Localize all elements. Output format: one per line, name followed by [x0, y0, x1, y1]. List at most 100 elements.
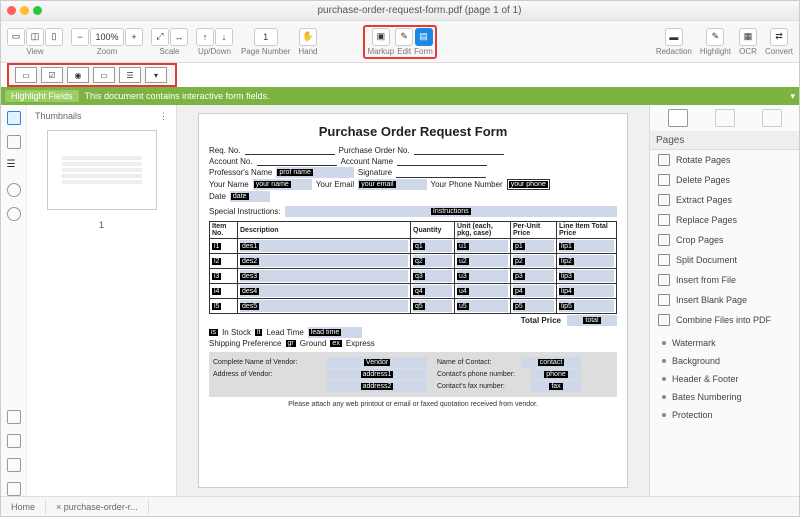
cell-item[interactable]: l4	[212, 288, 221, 295]
close-window-button[interactable]	[7, 6, 16, 15]
form-button[interactable]: ▤	[415, 28, 433, 46]
cell-qty[interactable]: q4	[413, 285, 452, 297]
rpanel-more-item[interactable]: Protection	[650, 406, 799, 424]
rpanel-item[interactable]: Delete Pages	[650, 170, 799, 190]
cell-item[interactable]: l1	[212, 243, 221, 250]
radio-tool[interactable]: ◉	[67, 67, 89, 83]
rpanel-tab-pages-icon[interactable]	[668, 109, 688, 127]
cell-desc[interactable]: des1	[240, 240, 408, 252]
cell-lip[interactable]: lip4	[559, 285, 614, 297]
view-single-icon[interactable]: ▭	[7, 28, 25, 46]
convert-button[interactable]: ⇄	[770, 28, 788, 46]
rail-tool-2[interactable]	[7, 434, 21, 448]
redaction-button[interactable]: ▬	[665, 28, 683, 46]
dropdown-tool[interactable]: ▾	[145, 67, 167, 83]
chk-instock[interactable]: is	[209, 329, 218, 336]
rpanel-item[interactable]: Split Document	[650, 250, 799, 270]
ocr-button[interactable]: ▦	[739, 28, 757, 46]
highlight-button[interactable]: ✎	[706, 28, 724, 46]
cell-price[interactable]: p4	[513, 285, 554, 297]
rpanel-item[interactable]: Rotate Pages	[650, 150, 799, 170]
minimize-window-button[interactable]	[20, 6, 29, 15]
cell-item[interactable]: l3	[212, 273, 221, 280]
view-cont-icon[interactable]: ▯	[45, 28, 63, 46]
cell-item[interactable]: l5	[212, 303, 221, 310]
cell-price[interactable]: p1	[513, 240, 554, 252]
tab-home[interactable]: Home	[1, 500, 46, 514]
cell-unit[interactable]: u4	[457, 285, 508, 297]
markup-button[interactable]: ▣	[372, 28, 390, 46]
thumbnails-menu-icon[interactable]: ⋮	[159, 111, 168, 122]
field-contact-phone[interactable]: phone	[531, 369, 581, 380]
cell-qty[interactable]: q1	[413, 240, 452, 252]
cell-qty[interactable]: q2	[413, 255, 452, 267]
list-tool[interactable]: ☰	[119, 67, 141, 83]
rpanel-item[interactable]: Extract Pages	[650, 190, 799, 210]
field-addr1[interactable]: address1	[327, 369, 427, 380]
rail-tool-4[interactable]	[7, 482, 21, 496]
chk-express[interactable]: ex	[330, 340, 341, 347]
rpanel-more-item[interactable]: Watermark	[650, 334, 799, 352]
search-tab-icon[interactable]	[7, 183, 21, 197]
field-yourname[interactable]: your name	[253, 179, 312, 190]
page-down-button[interactable]: ↓	[215, 28, 233, 46]
cell-desc[interactable]: des3	[240, 270, 408, 282]
view-two-icon[interactable]: ◫	[26, 28, 44, 46]
rpanel-more-item[interactable]: Header & Footer	[650, 370, 799, 388]
zoom-value[interactable]: 100%	[90, 28, 124, 46]
checkbox-tool[interactable]: ☑	[41, 67, 63, 83]
field-total[interactable]: total	[567, 315, 617, 326]
text-field-tool[interactable]: ▭	[15, 67, 37, 83]
field-addr2[interactable]: address2	[327, 381, 427, 392]
cell-desc[interactable]: des5	[240, 300, 408, 312]
rpanel-item[interactable]: Insert from File	[650, 270, 799, 290]
info-tab-icon[interactable]	[7, 207, 21, 221]
cell-lip[interactable]: lip3	[559, 270, 614, 282]
field-vendor-name[interactable]: Vendor	[327, 357, 427, 368]
rpanel-tab-2-icon[interactable]	[715, 109, 735, 127]
rail-tool-1[interactable]	[7, 410, 21, 424]
cell-lip[interactable]: lip2	[559, 255, 614, 267]
highlight-fields-button[interactable]: Highlight Fields	[5, 90, 79, 102]
cell-qty[interactable]: q3	[413, 270, 452, 282]
field-contact-name[interactable]: contact	[521, 357, 581, 368]
cell-price[interactable]: p2	[513, 255, 554, 267]
field-date[interactable]: date	[230, 191, 270, 202]
outline-tab-icon[interactable]: ☰	[7, 159, 21, 173]
document-viewport[interactable]: Purchase Order Request Form Req. No. Pur…	[177, 105, 649, 496]
rail-tool-3[interactable]	[7, 458, 21, 472]
edit-button[interactable]: ✎	[395, 28, 413, 46]
maximize-window-button[interactable]	[33, 6, 42, 15]
banner-collapse-icon[interactable]: ▾	[790, 91, 795, 102]
cell-desc[interactable]: des4	[240, 285, 408, 297]
cell-lip[interactable]: lip1	[559, 240, 614, 252]
cell-item[interactable]: l2	[212, 258, 221, 265]
chk-leadtime[interactable]: lt	[255, 329, 263, 336]
rpanel-item[interactable]: Combine Files into PDF	[650, 310, 799, 330]
page-thumbnail-1[interactable]	[47, 130, 157, 210]
scale-fit-icon[interactable]: ⤢	[151, 28, 169, 46]
field-instructions[interactable]: Instructions	[285, 206, 617, 217]
cell-price[interactable]: p3	[513, 270, 554, 282]
hand-tool-button[interactable]: ✋	[299, 28, 317, 46]
cell-qty[interactable]: q5	[413, 300, 452, 312]
rpanel-tab-3-icon[interactable]	[762, 109, 782, 127]
chk-ground[interactable]: gr	[286, 340, 296, 347]
rpanel-more-item[interactable]: Background	[650, 352, 799, 370]
rpanel-more-item[interactable]: Bates Numbering	[650, 388, 799, 406]
cell-unit[interactable]: u2	[457, 255, 508, 267]
cell-unit[interactable]: u5	[457, 300, 508, 312]
cell-unit[interactable]: u1	[457, 240, 508, 252]
field-youremail[interactable]: your email	[358, 179, 426, 190]
tab-document[interactable]: × purchase-order-r...	[46, 500, 149, 514]
cell-unit[interactable]: u3	[457, 270, 508, 282]
zoom-out-button[interactable]: −	[71, 28, 89, 46]
bookmarks-tab-icon[interactable]	[7, 135, 21, 149]
rpanel-item[interactable]: Replace Pages	[650, 210, 799, 230]
field-contact-fax[interactable]: fax	[531, 381, 581, 392]
cell-desc[interactable]: des2	[240, 255, 408, 267]
cell-price[interactable]: p5	[513, 300, 554, 312]
page-number-input[interactable]: 1	[254, 28, 278, 46]
scale-width-icon[interactable]: ↔	[170, 28, 188, 46]
zoom-in-button[interactable]: +	[125, 28, 143, 46]
